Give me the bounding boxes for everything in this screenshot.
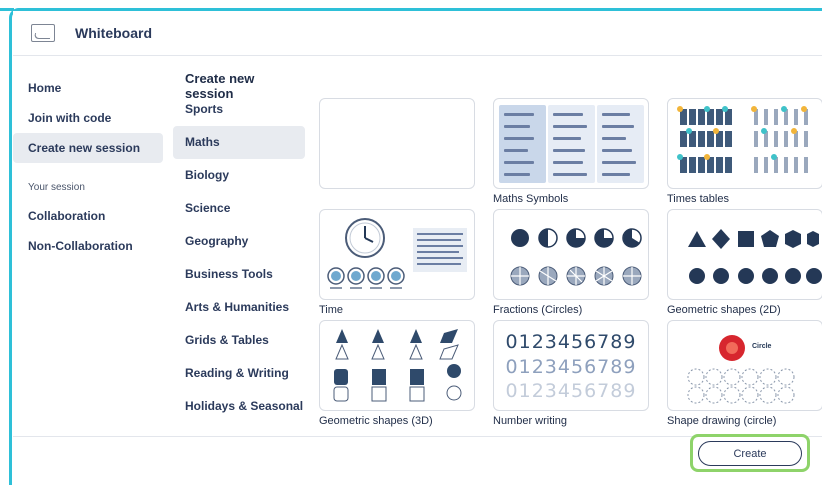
- digits-faint: 0123456789: [505, 380, 637, 402]
- category-geography[interactable]: Geography: [173, 225, 305, 258]
- template-label: Geometric shapes (2D): [667, 304, 781, 316]
- app-title: Whiteboard: [75, 25, 152, 41]
- category-biology[interactable]: Biology: [173, 159, 305, 192]
- template-label: Geometric shapes (3D): [319, 415, 433, 427]
- whiteboard-dialog: Whiteboard Home Join with code Create ne…: [13, 11, 822, 485]
- category-holidays-seasonal[interactable]: Holidays & Seasonal: [173, 390, 305, 423]
- template-fractions-circles[interactable]: Fractions (Circles): [493, 209, 649, 316]
- sidebar-item-non-collaboration[interactable]: Non-Collaboration: [13, 231, 163, 261]
- category-science[interactable]: Science: [173, 192, 305, 225]
- template-maths-symbols[interactable]: Maths Symbols: [493, 98, 649, 205]
- shape-drawing-thumbnail: Circle: [667, 320, 822, 411]
- category-heading: Create new session: [185, 71, 255, 101]
- template-label: Fractions (Circles): [493, 304, 583, 316]
- shapes-2d-thumbnail: [667, 209, 822, 300]
- template-label: Times tables: [667, 193, 729, 205]
- shapes-3d-thumbnail: [319, 320, 475, 411]
- create-button[interactable]: Create: [698, 441, 802, 466]
- number-writing-thumbnail: 0123456789 0123456789 0123456789: [493, 320, 649, 411]
- maths-symbols-thumbnail: [493, 98, 649, 189]
- digits-solid: 0123456789: [505, 331, 637, 353]
- sidebar-item-join-with-code[interactable]: Join with code: [13, 103, 163, 133]
- sidebar-item-create-new-session[interactable]: Create new session: [13, 133, 163, 163]
- template-time[interactable]: Time: [319, 209, 475, 316]
- sidebar-item-collaboration[interactable]: Collaboration: [13, 201, 163, 231]
- template-number-writing[interactable]: 0123456789 0123456789 0123456789 Number …: [493, 320, 649, 427]
- whiteboard-icon: [31, 24, 55, 42]
- category-arts-humanities[interactable]: Arts & Humanities: [173, 291, 305, 324]
- fractions-thumbnail: [493, 209, 649, 300]
- title-bar: Whiteboard: [13, 11, 822, 56]
- template-blank[interactable]: [319, 98, 475, 189]
- category-reading-writing[interactable]: Reading & Writing: [173, 357, 305, 390]
- sidebar-item-home[interactable]: Home: [13, 73, 163, 103]
- template-label: Number writing: [493, 415, 567, 427]
- template-times-tables[interactable]: Times tables: [667, 98, 822, 205]
- circle-badge-text: Circle: [752, 343, 772, 350]
- template-label: Maths Symbols: [493, 193, 569, 205]
- category-sports[interactable]: Sports: [173, 93, 305, 126]
- template-label: Time: [319, 304, 344, 316]
- blank-thumbnail: [319, 98, 475, 189]
- template-label: Shape drawing (circle): [667, 415, 777, 427]
- template-geometric-shapes-2d[interactable]: Geometric shapes (2D): [667, 209, 822, 316]
- template-geometric-shapes-3d[interactable]: Geometric shapes (3D): [319, 320, 475, 427]
- template-shape-drawing-circle[interactable]: Circle Shape drawing (circle): [667, 320, 822, 427]
- category-business-tools[interactable]: Business Tools: [173, 258, 305, 291]
- category-grids-tables[interactable]: Grids & Tables: [173, 324, 305, 357]
- times-tables-thumbnail: [667, 98, 822, 189]
- time-thumbnail: [319, 209, 475, 300]
- your-session-label: Your session: [28, 182, 85, 193]
- sidebar: Home Join with code Create new session Y…: [13, 73, 163, 261]
- digits-traced: 0123456789: [505, 356, 637, 378]
- template-grid: Maths Symbols Times tables Time Fraction…: [318, 98, 822, 443]
- category-maths[interactable]: Maths: [173, 126, 305, 159]
- category-list: Create new session Sports Maths Biology …: [173, 71, 305, 423]
